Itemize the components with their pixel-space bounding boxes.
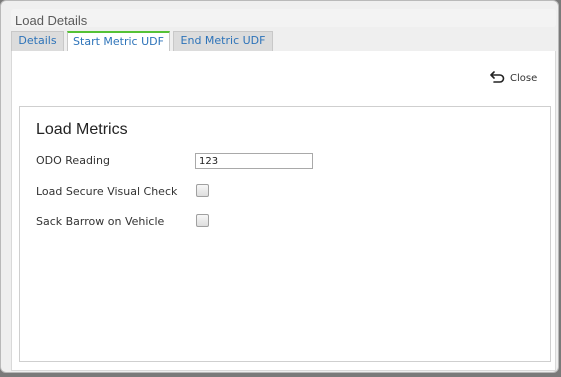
sack-barrow-on-vehicle-checkbox[interactable] bbox=[196, 214, 209, 227]
close-button[interactable]: Close bbox=[490, 70, 537, 86]
tab-panel: Close Load Metrics ODO Reading Load Secu… bbox=[11, 51, 556, 371]
load-details-dialog: Load Details Details Start Metric UDF En… bbox=[0, 0, 559, 373]
tab-start-metric-udf[interactable]: Start Metric UDF bbox=[67, 31, 170, 51]
load-secure-visual-check-checkbox[interactable] bbox=[196, 184, 209, 197]
tab-details[interactable]: Details bbox=[11, 31, 64, 51]
section-heading: Load Metrics bbox=[36, 121, 128, 138]
tab-end-metric-udf[interactable]: End Metric UDF bbox=[173, 31, 273, 51]
load-metrics-panel: Load Metrics ODO Reading Load Secure Vis… bbox=[19, 106, 551, 362]
odo-reading-label: ODO Reading bbox=[36, 154, 110, 167]
dialog-title: Load Details bbox=[15, 13, 88, 28]
dialog-title-bar: Load Details bbox=[11, 9, 556, 28]
load-secure-visual-check-label: Load Secure Visual Check bbox=[36, 185, 178, 198]
close-label: Close bbox=[510, 72, 538, 84]
sack-barrow-on-vehicle-label: Sack Barrow on Vehicle bbox=[36, 215, 165, 228]
odo-reading-input[interactable] bbox=[195, 153, 313, 169]
undo-arrow-icon bbox=[490, 69, 506, 88]
